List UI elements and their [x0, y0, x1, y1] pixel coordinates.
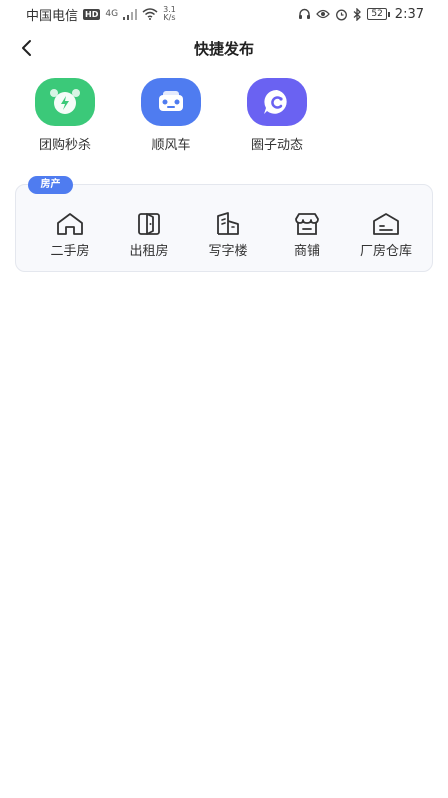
battery-tip — [387, 11, 390, 17]
door-icon — [133, 210, 165, 238]
estate-item-shop[interactable]: 商铺 — [268, 210, 346, 259]
office-building-icon — [212, 210, 244, 238]
battery-indicator: 52 — [367, 8, 390, 20]
page-title: 快捷发布 — [193, 40, 254, 58]
estate-item-label: 厂房仓库 — [359, 244, 412, 259]
alarm-icon — [336, 9, 348, 20]
battery-level: 52 — [367, 8, 387, 20]
estate-item-factory-warehouse[interactable]: 厂房仓库 — [347, 210, 425, 259]
house-icon — [54, 210, 86, 238]
quick-action-group-buy[interactable]: 团购秒杀 — [20, 78, 110, 153]
carrier-name: 中国电信 — [26, 8, 79, 24]
status-left: 中国电信 HD 4G 3.1 K/s — [26, 5, 176, 24]
real-estate-card: 二手房 出租房 写字楼 商铺 厂房仓库 — [15, 184, 433, 272]
alarm-clock-bolt-icon — [35, 78, 95, 126]
quick-action-label: 团购秒杀 — [38, 138, 91, 153]
wifi-icon — [142, 8, 158, 20]
headset-icon — [299, 8, 311, 19]
quick-actions: 团购秒杀 顺风车 圈子动态 — [0, 78, 448, 154]
estate-item-label: 商铺 — [293, 244, 320, 259]
quick-action-carpool[interactable]: 顺风车 — [126, 78, 216, 153]
net-speed-unit: K/s — [163, 13, 176, 22]
shop-awning-icon — [291, 210, 323, 238]
net-speed: 3.1 K/s — [163, 6, 176, 22]
nav-bar: 快捷发布 — [0, 28, 448, 68]
hd-badge: HD — [83, 8, 101, 20]
car-icon — [141, 78, 201, 126]
estate-item-office[interactable]: 写字楼 — [189, 210, 267, 259]
status-bar: 中国电信 HD 4G 3.1 K/s 52 2:37 — [0, 0, 448, 28]
estate-item-second-hand-house[interactable]: 二手房 — [31, 210, 109, 259]
chat-bubble-icon — [247, 78, 307, 126]
quick-action-circle-post[interactable]: 圈子动态 — [232, 78, 322, 153]
bluetooth-icon — [353, 7, 362, 21]
signal-icon — [123, 8, 138, 20]
estate-item-label: 二手房 — [50, 244, 90, 259]
eye-icon — [316, 9, 331, 19]
quick-action-label: 圈子动态 — [250, 138, 303, 153]
estate-item-label: 出租房 — [129, 244, 169, 259]
real-estate-tag: 房产 — [28, 176, 73, 194]
estate-item-rental[interactable]: 出租房 — [110, 210, 188, 259]
warehouse-icon — [370, 210, 402, 238]
network-type: 4G — [105, 9, 119, 19]
estate-item-label: 写字楼 — [208, 244, 248, 259]
clock-time: 2:37 — [394, 6, 424, 22]
quick-action-label: 顺风车 — [151, 138, 191, 153]
status-right: 52 2:37 — [298, 7, 424, 22]
